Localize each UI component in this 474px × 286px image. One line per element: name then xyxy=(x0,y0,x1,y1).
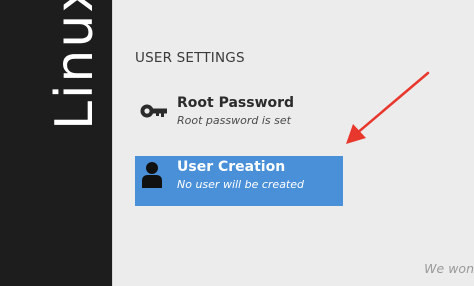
annotation-arrow-icon xyxy=(346,71,430,144)
